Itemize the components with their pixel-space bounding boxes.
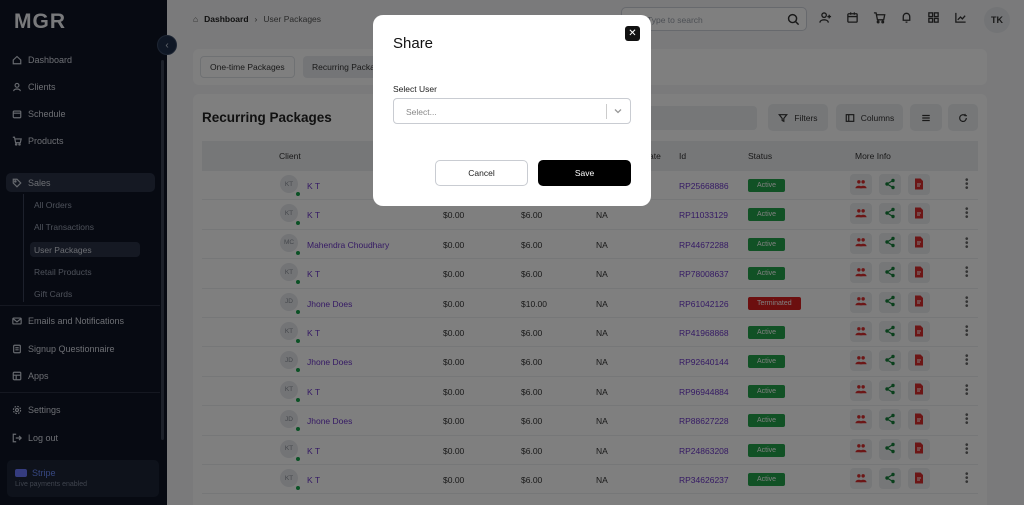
select-user-dropdown[interactable]: Select... [393, 98, 631, 124]
select-user-label: Select User [393, 84, 437, 94]
close-button[interactable]: ✕ [625, 26, 640, 41]
modal-title: Share [393, 35, 434, 52]
select-divider [606, 104, 607, 119]
close-icon: ✕ [628, 28, 637, 39]
select-placeholder: Select... [406, 107, 437, 117]
save-button[interactable]: Save [538, 160, 631, 186]
cancel-button[interactable]: Cancel [435, 160, 528, 186]
chevron-down-icon [613, 106, 623, 116]
share-modal: Share ✕ Select User Select... Cancel Sav… [373, 15, 651, 206]
